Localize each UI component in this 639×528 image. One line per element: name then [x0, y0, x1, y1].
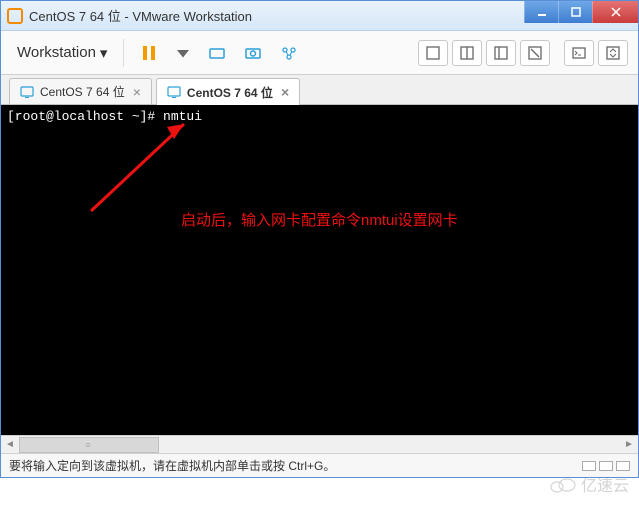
- status-message: 要将输入定向到该虚拟机，请在虚拟机内部单击或按 Ctrl+G。: [9, 457, 335, 474]
- vm-tab-icon: [167, 85, 181, 99]
- snapshot-manager-button[interactable]: [274, 38, 304, 68]
- indicator-icon: [599, 461, 613, 471]
- view-controls: [418, 40, 628, 66]
- minimize-button[interactable]: [524, 1, 558, 23]
- vmware-app-icon: [7, 8, 23, 24]
- scroll-right-button[interactable]: ►: [620, 437, 638, 453]
- scroll-track[interactable]: ≡: [19, 437, 620, 453]
- scroll-thumb[interactable]: ≡: [19, 437, 159, 453]
- pause-button[interactable]: [134, 38, 164, 68]
- snapshot-button[interactable]: [238, 38, 268, 68]
- scroll-left-button[interactable]: ◄: [1, 437, 19, 453]
- tab-centos-2[interactable]: CentOS 7 64 位 ×: [156, 78, 300, 105]
- titlebar: CentOS 7 64 位 - VMware Workstation: [1, 1, 638, 31]
- statusbar: 要将输入定向到该虚拟机，请在虚拟机内部单击或按 Ctrl+G。: [1, 453, 638, 477]
- tab-close-icon[interactable]: ×: [133, 85, 141, 99]
- status-indicators: [582, 461, 630, 471]
- unity-button[interactable]: [520, 40, 550, 66]
- vm-tab-icon: [20, 85, 34, 99]
- vmware-window: CentOS 7 64 位 - VMware Workstation Works…: [0, 0, 639, 478]
- divider: [123, 39, 124, 67]
- maximize-button[interactable]: [558, 1, 592, 23]
- chevron-down-icon: ▾: [100, 44, 108, 62]
- view-single-button[interactable]: [418, 40, 448, 66]
- close-button[interactable]: [592, 1, 638, 23]
- power-dropdown[interactable]: [170, 38, 196, 68]
- send-keys-button[interactable]: [202, 38, 232, 68]
- view-sidebar-button[interactable]: [486, 40, 516, 66]
- window-title: CentOS 7 64 位 - VMware Workstation: [29, 6, 524, 25]
- window-controls: [524, 1, 638, 23]
- vm-terminal[interactable]: [root@localhost ~]# nmtui 启动后，输入网卡配置命令nm…: [1, 105, 638, 435]
- view-split-button[interactable]: [452, 40, 482, 66]
- annotation-arrow-icon: [79, 119, 189, 219]
- vm-tabs: CentOS 7 64 位 × CentOS 7 64 位 ×: [1, 75, 638, 105]
- fullscreen-button[interactable]: [598, 40, 628, 66]
- toolbar: Workstation ▾: [1, 31, 638, 75]
- tab-label: CentOS 7 64 位: [187, 84, 273, 101]
- tab-centos-1[interactable]: CentOS 7 64 位 ×: [9, 78, 152, 104]
- tab-label: CentOS 7 64 位: [40, 83, 125, 100]
- shell-command: nmtui: [163, 109, 202, 124]
- annotation-text: 启动后，输入网卡配置命令nmtui设置网卡: [181, 209, 458, 230]
- tab-close-icon[interactable]: ×: [281, 85, 289, 99]
- horizontal-scrollbar[interactable]: ◄ ≡ ►: [1, 435, 638, 453]
- indicator-icon: [582, 461, 596, 471]
- console-button[interactable]: [564, 40, 594, 66]
- workstation-label: Workstation: [17, 44, 96, 61]
- shell-prompt: [root@localhost ~]#: [7, 109, 163, 124]
- workstation-menu[interactable]: Workstation ▾: [11, 40, 113, 66]
- indicator-icon: [616, 461, 630, 471]
